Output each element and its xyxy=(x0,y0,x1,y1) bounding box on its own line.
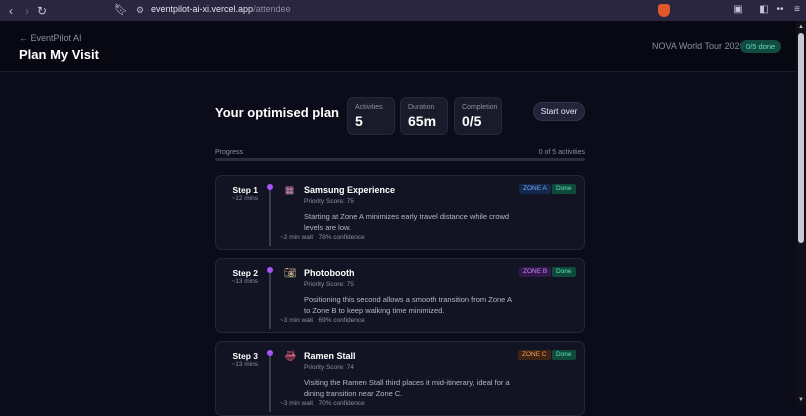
step-meta: ~3 min wait 69% confidence xyxy=(280,317,365,324)
back-arrow-icon[interactable]: ‹ xyxy=(3,0,19,21)
plan-title: Your optimised plan xyxy=(215,105,339,120)
timeline-line xyxy=(269,356,271,412)
building-icon: ▦ xyxy=(284,185,295,196)
step-card-3[interactable]: Step 3 ~13 mins 🍜︎ Ramen Stall Priority … xyxy=(215,341,585,416)
stat-value: 65m xyxy=(408,113,437,129)
zone-tag: ZONE A xyxy=(519,184,551,194)
reload-icon[interactable]: ↻ xyxy=(34,0,50,21)
step-meta: ~2 min wait 78% confidence xyxy=(280,234,365,241)
step-number: Step 3 xyxy=(232,351,258,361)
menu-icon[interactable]: ≡ xyxy=(791,4,803,16)
wait-time: ~3 min wait xyxy=(280,317,314,324)
scroll-up-icon[interactable]: ▲ xyxy=(797,23,805,31)
zone-tag: ZONE B xyxy=(519,267,552,277)
scroll-down-icon[interactable]: ▼ xyxy=(797,396,805,404)
done-button[interactable]: Done xyxy=(552,184,576,194)
step-duration: ~13 mins xyxy=(231,361,258,368)
step-card-1[interactable]: Step 1 ~12 mins ▦ Samsung Experience Pri… xyxy=(215,175,585,250)
priority-score: Priority Score: 75 xyxy=(304,198,354,205)
start-over-button[interactable]: Start over xyxy=(533,102,585,121)
step-duration: ~12 mins xyxy=(231,195,258,202)
camera-icon: 📷︎ xyxy=(284,268,297,279)
done-button[interactable]: Done xyxy=(552,350,576,360)
forward-arrow-icon[interactable]: › xyxy=(19,0,35,21)
main-content: Your optimised plan Activities 5 Duratio… xyxy=(0,72,796,416)
stat-completion: Completion 0/5 xyxy=(454,97,502,135)
browser-toolbar: ‹ › ↻ 🔖︎ ⚙ eventpilot-ai-xi.vercel.app/a… xyxy=(0,0,806,21)
progress-count: 0 of 5 activities xyxy=(538,149,585,156)
stat-value: 0/5 xyxy=(462,113,482,129)
timeline-line xyxy=(269,190,271,246)
stat-label: Activities xyxy=(355,104,383,111)
stat-label: Completion xyxy=(462,104,498,111)
step-number: Step 1 xyxy=(232,185,258,195)
url-path: /attendee xyxy=(253,4,291,14)
stat-duration: Duration 65m xyxy=(400,97,448,135)
site-settings-icon[interactable]: ⚙ xyxy=(136,5,146,15)
step-name: Photobooth xyxy=(304,268,355,278)
reader-icon[interactable]: ◧ xyxy=(758,4,770,16)
stat-activities: Activities 5 xyxy=(347,97,395,135)
step-name: Ramen Stall xyxy=(304,351,356,361)
bookmark-icon[interactable]: 🔖︎ xyxy=(114,3,128,16)
timeline-line xyxy=(269,273,271,329)
done-button[interactable]: Done xyxy=(552,267,576,277)
extensions-icon[interactable]: •• xyxy=(774,4,786,16)
step-number: Step 2 xyxy=(232,268,258,278)
wait-time: ~2 min wait xyxy=(280,234,314,241)
done-badge: 0/5 done xyxy=(740,40,782,53)
progress-bar xyxy=(215,158,585,161)
address-bar[interactable]: eventpilot-ai-xi.vercel.app/attendee xyxy=(151,4,291,14)
app-header: ← EventPilot AI Plan My Visit NOVA World… xyxy=(0,21,796,72)
confidence: 69% confidence xyxy=(318,317,365,324)
step-description: Positioning this second allows a smooth … xyxy=(304,295,512,315)
step-name: Samsung Experience xyxy=(304,185,396,195)
page-title: Plan My Visit xyxy=(19,47,99,62)
step-duration: ~13 mins xyxy=(231,278,258,285)
ramen-icon: 🍜︎ xyxy=(284,351,297,362)
priority-score: Priority Score: 74 xyxy=(304,364,354,371)
zone-tag: ZONE C xyxy=(518,350,551,360)
priority-score: Priority Score: 75 xyxy=(304,281,354,288)
event-name: NOVA World Tour 2026 xyxy=(652,41,745,51)
sidebar-icon[interactable]: ▣ xyxy=(732,4,744,16)
progress-label: Progress xyxy=(215,149,244,156)
scrollbar-thumb[interactable] xyxy=(798,33,804,243)
stat-value: 5 xyxy=(355,113,363,129)
stat-label: Duration xyxy=(408,104,435,111)
step-description: Starting at Zone A minimizes early trave… xyxy=(304,212,510,232)
confidence: 78% confidence xyxy=(318,234,365,241)
url-host: eventpilot-ai-xi.vercel.app xyxy=(151,4,254,14)
step-description: Visiting the Ramen Stall third places it… xyxy=(304,378,510,398)
step-card-2[interactable]: Step 2 ~13 mins 📷︎ Photobooth Priority S… xyxy=(215,258,585,333)
back-link[interactable]: ← EventPilot AI xyxy=(19,33,82,43)
brave-shield-icon[interactable] xyxy=(658,4,670,17)
